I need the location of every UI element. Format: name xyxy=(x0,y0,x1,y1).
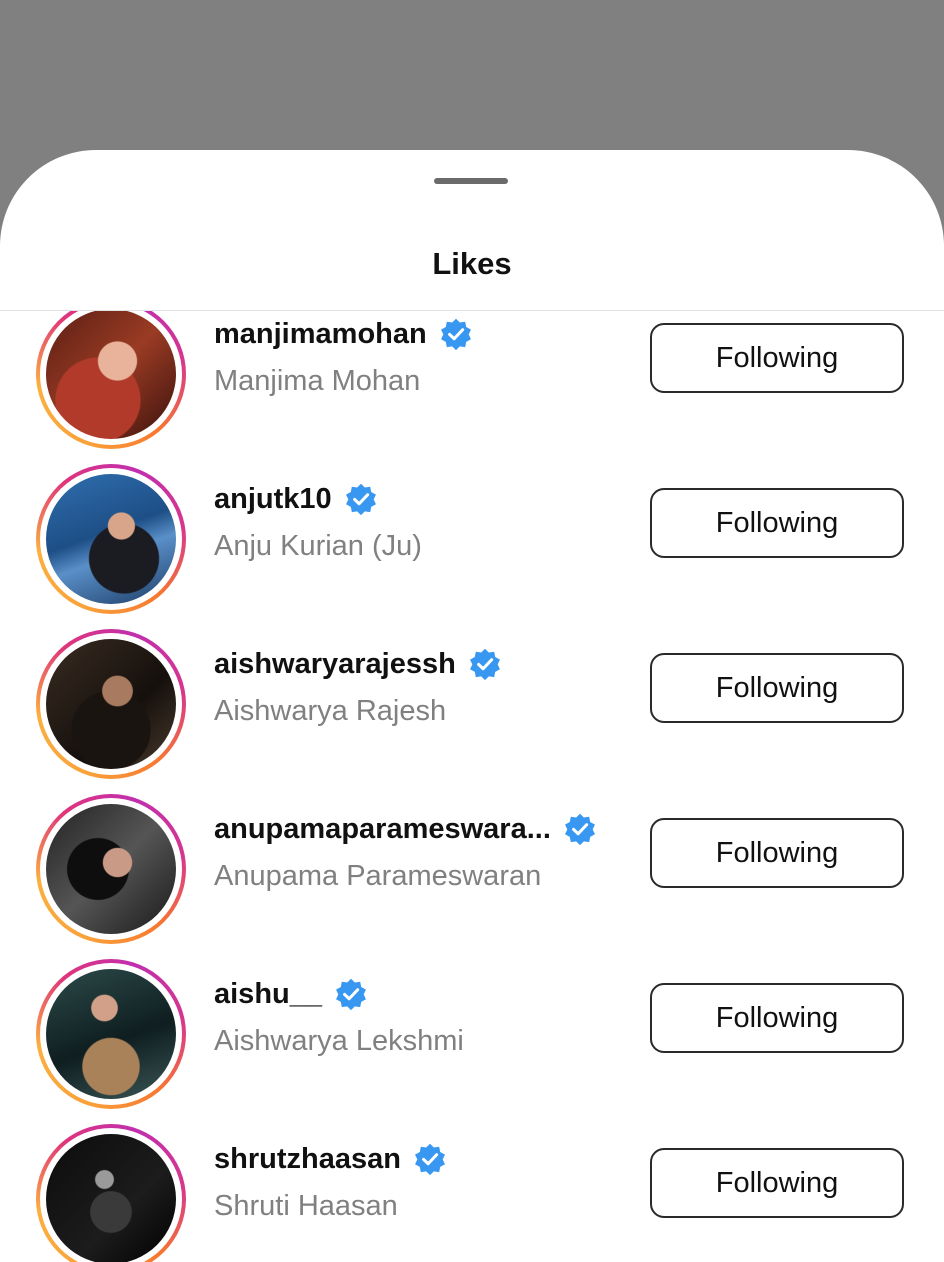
story-ring[interactable] xyxy=(36,311,186,449)
following-button[interactable]: Following xyxy=(650,323,904,393)
avatar[interactable] xyxy=(46,639,176,769)
following-button[interactable]: Following xyxy=(650,1148,904,1218)
full-name: Manjima Mohan xyxy=(214,365,421,397)
story-ring[interactable] xyxy=(36,464,186,614)
following-button[interactable]: Following xyxy=(650,983,904,1053)
avatar[interactable] xyxy=(46,804,176,934)
username[interactable]: shrutzhaasan xyxy=(214,1143,401,1176)
following-button[interactable]: Following xyxy=(650,818,904,888)
username[interactable]: aishwaryarajessh xyxy=(214,648,456,681)
likes-sheet: Likes manjimamohan Manjima Mohan Followi… xyxy=(0,150,944,1262)
verified-badge-icon xyxy=(440,318,471,351)
full-name: Aishwarya Rajesh xyxy=(214,695,447,727)
username[interactable]: anupamaparameswara... xyxy=(214,813,551,846)
avatar[interactable] xyxy=(46,969,176,1099)
likes-list[interactable]: manjimamohan Manjima Mohan Following anj… xyxy=(0,311,944,1262)
verified-badge-icon xyxy=(414,1143,445,1176)
story-ring[interactable] xyxy=(36,629,186,779)
following-button[interactable]: Following xyxy=(650,488,904,558)
following-button[interactable]: Following xyxy=(650,653,904,723)
full-name: Aishwarya Lekshmi xyxy=(214,1025,464,1057)
story-ring[interactable] xyxy=(36,959,186,1109)
username[interactable]: anjutk10 xyxy=(214,483,332,516)
list-item[interactable]: shrutzhaasan Shruti Haasan Following xyxy=(0,1124,944,1262)
drag-handle[interactable] xyxy=(434,178,508,184)
username[interactable]: aishu__ xyxy=(214,978,322,1011)
full-name: Anupama Parameswaran xyxy=(214,860,542,892)
verified-badge-icon xyxy=(564,813,595,846)
verified-badge-icon xyxy=(345,483,376,516)
list-item[interactable]: manjimamohan Manjima Mohan Following xyxy=(0,311,944,449)
story-ring[interactable] xyxy=(36,1124,186,1262)
list-item[interactable]: anjutk10 Anju Kurian (Ju) Following xyxy=(0,464,944,614)
verified-badge-icon xyxy=(469,648,500,681)
sheet-title: Likes xyxy=(432,246,512,281)
full-name: Shruti Haasan xyxy=(214,1190,398,1222)
verified-badge-icon xyxy=(336,978,366,1011)
avatar[interactable] xyxy=(46,474,176,604)
avatar[interactable] xyxy=(46,1134,176,1262)
full-name: Anju Kurian (Ju) xyxy=(214,530,422,562)
list-item[interactable]: aishu__ Aishwarya Lekshmi Following xyxy=(0,959,944,1109)
avatar[interactable] xyxy=(46,311,176,439)
list-item[interactable]: anupamaparameswara... Anupama Parameswara… xyxy=(0,794,944,944)
username[interactable]: manjimamohan xyxy=(214,318,427,351)
list-item[interactable]: aishwaryarajessh Aishwarya Rajesh Followin… xyxy=(0,629,944,779)
story-ring[interactable] xyxy=(36,794,186,944)
